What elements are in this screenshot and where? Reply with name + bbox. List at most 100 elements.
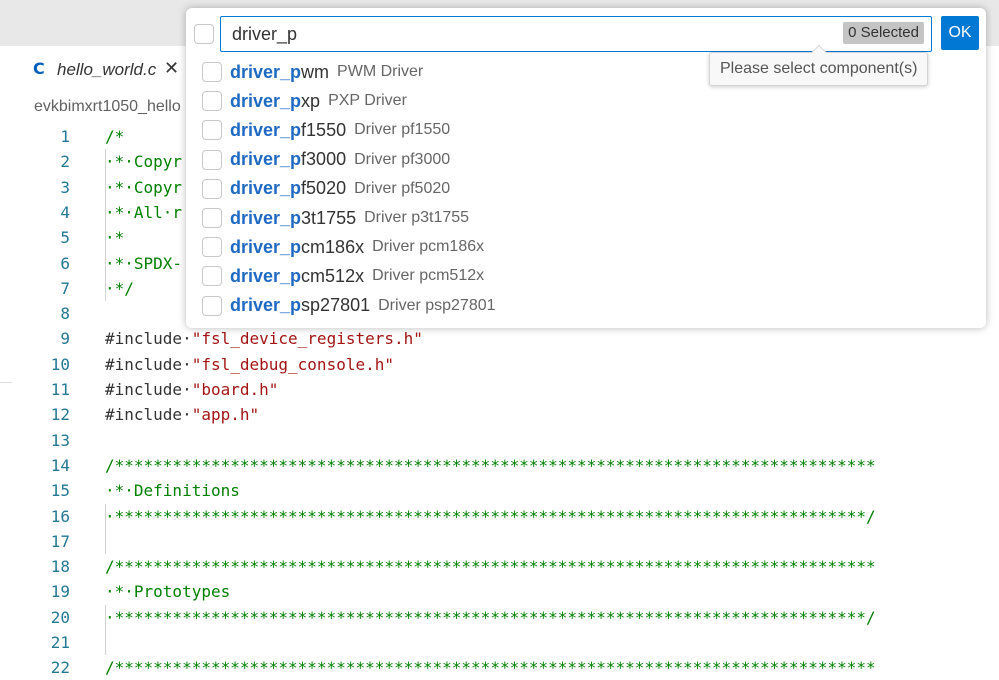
code-line[interactable]: 17 (0, 529, 999, 554)
line-number: 5 (60, 228, 70, 248)
select-all-checkbox[interactable] (194, 24, 214, 44)
line-number: 6 (60, 253, 70, 273)
include-path-string: "board.h" (191, 380, 279, 399)
component-name-match: driver_p (230, 265, 302, 286)
component-name-rest: sp27801 (301, 295, 371, 316)
include-path-string: "fsl_debug_console.h" (191, 354, 394, 374)
line-number: 16 (50, 506, 70, 526)
component-picker: 0 Selected OK Please select component(s)… (186, 8, 986, 328)
line-number: 19 (50, 582, 70, 602)
component-checkbox[interactable] (202, 62, 222, 82)
component-item[interactable]: driver_p wm PWM Driver (202, 58, 762, 86)
component-search-box[interactable]: 0 Selected (220, 16, 932, 52)
component-item[interactable]: driver_p cm512x Driver pcm512x (202, 262, 762, 290)
component-checkbox[interactable] (202, 266, 222, 287)
code-text: #include·"fsl_device_registers.h" (105, 326, 423, 351)
code-text: #include·"app.h" (105, 402, 259, 427)
include-path-string: "app.h" (191, 405, 260, 425)
code-line[interactable]: 20 ·*************************************… (0, 605, 999, 630)
component-checkbox[interactable] (202, 295, 222, 316)
component-checkbox[interactable] (202, 91, 222, 112)
code-text: #include·"board.h" (105, 377, 278, 402)
component-name-match: driver_p (230, 61, 302, 82)
tab-file-name: hello_world.c (57, 60, 157, 79)
include-path-string: "fsl_device_registers.h" (191, 329, 423, 349)
component-item[interactable]: driver_p 3t1755 Driver p3t1755 (202, 204, 762, 232)
component-description: Driver pcm186x (372, 238, 485, 256)
line-number: 9 (60, 329, 70, 349)
component-item[interactable]: driver_p sp27801 Driver psp27801 (202, 292, 762, 320)
component-name-rest: f3000 (301, 149, 347, 170)
code-line[interactable]: 14 /*************************************… (0, 453, 999, 478)
line-number: 17 (50, 531, 70, 551)
code-line[interactable]: 13 (0, 428, 999, 453)
include-directive: #include· (105, 329, 192, 349)
line-number: 11 (50, 380, 70, 399)
code-text: ·*·SPDX- (105, 253, 183, 273)
component-checkbox[interactable] (202, 237, 222, 258)
component-checkbox[interactable] (202, 178, 222, 199)
code-text: /***************************************… (105, 455, 876, 475)
line-number: 8 (60, 304, 70, 324)
code-line[interactable]: 18 /*************************************… (0, 554, 999, 579)
line-number: 13 (50, 430, 70, 450)
code-text: ·*/ (105, 278, 134, 298)
code-line[interactable]: 9 #include·"fsl_device_registers.h" (0, 326, 999, 351)
code-line[interactable]: 12 #include·"app.h" (0, 402, 999, 427)
code-text: ·***************************************… (105, 506, 876, 526)
code-text: ·*·Prototypes (105, 582, 231, 602)
component-search-input[interactable] (230, 23, 834, 46)
selected-count-badge: 0 Selected (843, 22, 924, 44)
line-number: 15 (50, 481, 70, 501)
component-item[interactable]: driver_p f1550 Driver pf1550 (202, 116, 762, 144)
code-text: ·***************************************… (105, 607, 876, 627)
component-name-match: driver_p (230, 178, 302, 199)
component-name-match: driver_p (230, 236, 302, 257)
code-line[interactable]: 22 /*************************************… (0, 655, 999, 680)
component-name-match: driver_p (230, 90, 302, 111)
code-text: /***************************************… (105, 658, 876, 678)
component-checkbox[interactable] (202, 208, 222, 228)
code-line[interactable]: 10 #include·"fsl_debug_console.h" (0, 352, 999, 377)
code-text: ·*·Copyr (105, 152, 183, 172)
component-checkbox[interactable] (202, 120, 222, 141)
line-number: 20 (50, 607, 70, 627)
code-line[interactable]: 19 ·*·Prototypes (0, 579, 999, 604)
line-number: 7 (60, 278, 70, 298)
code-line[interactable]: 11 #include·"board.h" (0, 377, 999, 402)
component-name-rest: cm512x (301, 265, 365, 286)
editor-tab-hello-world[interactable]: C hello_world.c ✕ (0, 46, 200, 94)
component-name-rest: wm (301, 61, 330, 82)
component-description: Driver pcm512x (372, 267, 485, 285)
component-description: Driver pf1550 (354, 121, 451, 139)
component-description: Driver psp27801 (378, 296, 496, 314)
c-language-icon: C (33, 59, 45, 78)
include-directive: #include· (105, 380, 192, 399)
component-item[interactable]: driver_p xp PXP Driver (202, 87, 762, 115)
line-number: 1 (60, 127, 70, 146)
component-name-rest: xp (301, 90, 321, 111)
component-description: Driver p3t1755 (364, 209, 470, 226)
component-item[interactable]: driver_p cm186x Driver pcm186x (202, 233, 762, 261)
component-name-match: driver_p (230, 295, 302, 316)
component-name-rest: cm186x (301, 236, 365, 257)
component-checkbox[interactable] (202, 149, 222, 170)
code-line[interactable]: 21 (0, 630, 999, 655)
code-line[interactable]: 16 ·*************************************… (0, 504, 999, 529)
component-name-match: driver_p (230, 149, 302, 170)
include-directive: #include· (105, 405, 192, 425)
ok-button[interactable]: OK (941, 16, 979, 50)
close-icon[interactable]: ✕ (164, 58, 179, 79)
component-description: PWM Driver (337, 63, 424, 80)
indent-guide (105, 503, 106, 555)
breadcrumb[interactable]: evkbimxrt1050_hello (34, 98, 181, 116)
component-name-rest: f5020 (301, 178, 347, 199)
code-line[interactable]: 15 ·*·Definitions (0, 478, 999, 503)
include-directive: #include· (105, 354, 192, 374)
component-item[interactable]: driver_p f3000 Driver pf3000 (202, 146, 762, 174)
line-number: 10 (50, 354, 70, 374)
component-name-rest: f1550 (301, 119, 347, 140)
code-text: /* (105, 127, 125, 146)
component-item[interactable]: driver_p f5020 Driver pf5020 (202, 175, 762, 203)
line-number: 4 (60, 202, 70, 222)
